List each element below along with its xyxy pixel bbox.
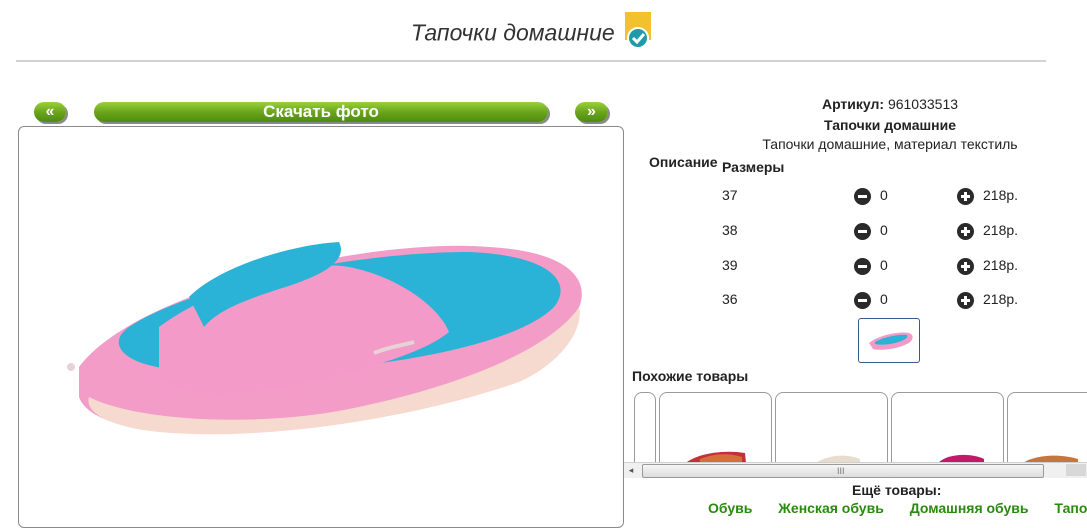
plus-icon[interactable]: [957, 258, 974, 275]
header-divider: [16, 60, 1046, 62]
grip-icon: III: [837, 466, 845, 476]
minus-icon[interactable]: [854, 292, 871, 309]
more-products-title: Ещё товары:: [852, 482, 942, 498]
size-value: 36: [722, 291, 738, 307]
price-value: 218р.: [983, 222, 1019, 238]
product-name: Тапочки домашние: [823, 117, 956, 133]
scrollbar-thumb[interactable]: III: [642, 464, 1044, 478]
size-row: 39 0 218р.: [722, 257, 1082, 277]
product-photo: [18, 126, 624, 528]
more-link[interactable]: Домашняя обувь: [910, 500, 1029, 516]
product-description: Тапочки домашние, материал текстиль: [762, 136, 1018, 152]
prev-photo-button[interactable]: «: [34, 102, 66, 122]
minus-icon[interactable]: [854, 258, 871, 275]
price-value: 218р.: [983, 187, 1019, 203]
sizes-label: Размеры: [722, 159, 785, 175]
checkmark-badge-icon: [625, 12, 652, 50]
more-link[interactable]: Женская обувь: [778, 500, 884, 516]
carousel-scrollbar[interactable]: ◂ III: [624, 462, 1087, 478]
next-photo-button[interactable]: »: [575, 102, 608, 122]
minus-icon[interactable]: [854, 223, 871, 240]
price-value: 218р.: [983, 257, 1019, 273]
more-link[interactable]: Тапочки: [1054, 500, 1087, 516]
more-products-links: Обувь Женская обувь Домашняя обувь Тапоч…: [708, 500, 1087, 516]
page-title: Тапочки домашние: [410, 19, 615, 46]
article-label: Артикул:: [821, 96, 885, 112]
scroll-right-arrow-icon[interactable]: [1066, 464, 1086, 476]
size-value: 37: [722, 187, 738, 203]
price-value: 218р.: [983, 291, 1019, 307]
description-label: Описание: [649, 154, 718, 170]
plus-icon[interactable]: [957, 292, 974, 309]
quantity-value: 0: [880, 257, 888, 273]
size-value: 38: [722, 222, 738, 238]
size-row: 37 0 218р.: [722, 187, 1082, 207]
article-line: Артикул: 961033513: [630, 96, 1087, 112]
photo-thumbnail[interactable]: [858, 318, 920, 363]
minus-icon[interactable]: [854, 188, 871, 205]
quantity-value: 0: [880, 222, 888, 238]
article-value: 961033513: [887, 96, 959, 112]
page-header: Тапочки домашние: [0, 12, 1062, 52]
similar-products-title: Похожие товары: [632, 368, 749, 384]
scroll-left-arrow-icon[interactable]: ◂: [626, 465, 636, 476]
plus-icon[interactable]: [957, 188, 974, 205]
size-value: 39: [722, 257, 738, 273]
quantity-value: 0: [880, 291, 888, 307]
more-link[interactable]: Обувь: [708, 500, 752, 516]
size-row: 36 0 218р.: [722, 291, 1082, 311]
plus-icon[interactable]: [957, 223, 974, 240]
size-row: 38 0 218р.: [722, 222, 1082, 242]
quantity-value: 0: [880, 187, 888, 203]
download-photo-button[interactable]: Скачать фото: [94, 102, 548, 122]
